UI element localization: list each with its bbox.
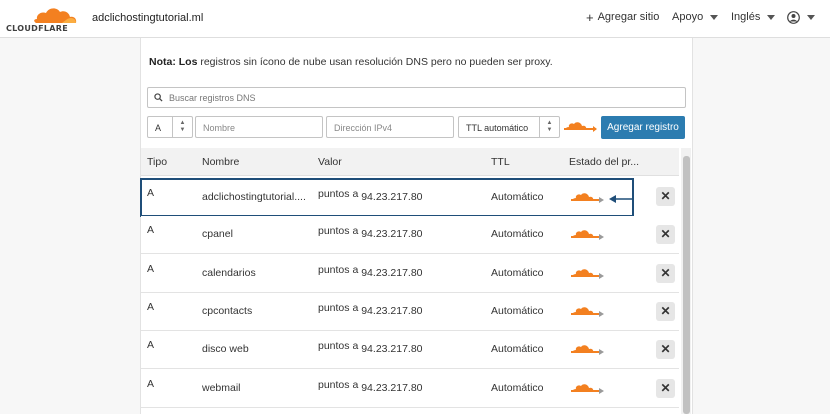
left-gutter bbox=[0, 38, 140, 414]
record-ip: 94.23.217.80 bbox=[361, 382, 423, 394]
top-navigation-bar: CLOUDFLARE adclichostingtutorial.ml + Ag… bbox=[0, 0, 830, 38]
record-type: A bbox=[147, 378, 155, 390]
ttl-select[interactable]: TTL automático ▲ ▼ bbox=[458, 116, 560, 138]
support-menu[interactable]: Apoyo bbox=[672, 11, 719, 23]
record-name: calendarios bbox=[202, 267, 256, 279]
orange-cloud-proxy-icon[interactable] bbox=[571, 342, 605, 356]
delete-record-button[interactable]: ✕ bbox=[656, 264, 675, 283]
record-ttl: Automático bbox=[491, 382, 544, 394]
delete-record-button[interactable]: ✕ bbox=[656, 340, 675, 359]
record-ip: 94.23.217.80 bbox=[361, 305, 423, 317]
column-name[interactable]: Nombre bbox=[202, 156, 239, 168]
record-value-prefix: puntos a bbox=[318, 188, 359, 200]
record-name: cpcontacts bbox=[202, 305, 253, 317]
dns-record-row[interactable]: Acpanel Automático puntos a 94.23.217.80 bbox=[141, 216, 679, 254]
record-value: puntos a 94.23.217.80 bbox=[318, 264, 423, 279]
ipv4-placeholder: Dirección IPv4 bbox=[334, 123, 393, 133]
dns-record-row[interactable]: Acpcontacts Automático puntos a 94.23.217.… bbox=[141, 293, 679, 331]
record-value-prefix: puntos a bbox=[318, 340, 359, 352]
note-bold: Nota: Los bbox=[149, 56, 198, 68]
chevron-down-icon bbox=[767, 14, 776, 20]
user-avatar-icon bbox=[787, 11, 800, 24]
name-placeholder: Nombre bbox=[203, 123, 236, 133]
language-menu[interactable]: Inglés bbox=[731, 11, 776, 23]
add-site-label: Agregar sitio bbox=[597, 11, 660, 23]
select-arrows-icon: ▲ ▼ bbox=[172, 117, 192, 137]
record-value-prefix: puntos a bbox=[318, 379, 359, 391]
dns-record-row[interactable]: Awebmail Automático puntos a 94.23.217.80 bbox=[141, 370, 679, 408]
record-value: puntos a 94.23.217.80 bbox=[318, 340, 423, 355]
ipv4-input[interactable]: Dirección IPv4 bbox=[326, 116, 454, 138]
orange-cloud-proxy-icon[interactable] bbox=[571, 190, 605, 204]
delete-record-button[interactable]: ✕ bbox=[656, 379, 675, 398]
record-ip: 94.23.217.80 bbox=[361, 228, 423, 240]
search-placeholder: Buscar registros DNS bbox=[169, 93, 256, 103]
record-name: disco web bbox=[202, 343, 249, 355]
record-name: cpanel bbox=[202, 228, 233, 240]
support-label: Apoyo bbox=[672, 11, 704, 23]
record-type: A bbox=[147, 301, 155, 313]
name-input[interactable]: Nombre bbox=[195, 116, 323, 138]
record-ttl: Automático bbox=[491, 343, 544, 355]
record-type: A bbox=[147, 224, 155, 236]
orange-cloud-proxy-icon[interactable] bbox=[571, 381, 605, 395]
record-value: puntos a 94.23.217.80 bbox=[318, 225, 423, 240]
record-type-value: A bbox=[155, 123, 162, 133]
record-ttl: Automático bbox=[491, 305, 544, 317]
note-text: registros sin ícono de nube usan resoluc… bbox=[197, 56, 553, 68]
chevron-down-icon bbox=[807, 15, 815, 20]
search-icon bbox=[154, 93, 163, 102]
delete-record-button[interactable]: ✕ bbox=[656, 302, 675, 321]
column-ttl[interactable]: TTL bbox=[491, 156, 510, 168]
record-value-prefix: puntos a bbox=[318, 264, 359, 276]
dns-record-row[interactable]: Acalendarios Automático puntos a 94.23.217… bbox=[141, 255, 679, 293]
column-value[interactable]: Valor bbox=[318, 156, 342, 168]
delete-record-button[interactable]: ✕ bbox=[656, 187, 675, 206]
plus-icon: + bbox=[586, 9, 594, 25]
orange-cloud-proxy-icon[interactable] bbox=[571, 304, 605, 318]
record-value-prefix: puntos a bbox=[318, 225, 359, 237]
table-scrollbar-thumb[interactable] bbox=[683, 156, 690, 414]
record-value: puntos a 94.23.217.80 bbox=[318, 302, 423, 317]
dns-record-row[interactable]: Aadclichostingtutorial.... Automático punt… bbox=[140, 178, 634, 217]
annotation-arrow-icon bbox=[609, 195, 633, 203]
delete-record-button[interactable]: ✕ bbox=[656, 225, 675, 244]
add-site-link[interactable]: + Agregar sitio bbox=[586, 9, 660, 25]
record-ttl: Automático bbox=[491, 228, 544, 240]
user-menu[interactable] bbox=[787, 11, 815, 24]
cloudflare-logo[interactable]: CLOUDFLARE bbox=[6, 5, 78, 33]
record-ip: 94.23.217.80 bbox=[361, 267, 423, 279]
record-ip: 94.23.217.80 bbox=[361, 343, 423, 355]
record-ttl: Automático bbox=[491, 267, 544, 279]
record-type: A bbox=[147, 263, 155, 275]
ttl-value: TTL automático bbox=[466, 123, 529, 133]
record-type: A bbox=[147, 339, 155, 351]
dns-note: Nota: Los registros sin ícono de nube us… bbox=[149, 56, 553, 68]
language-label: Inglés bbox=[731, 11, 761, 23]
current-domain[interactable]: adclichostingtutorial.ml bbox=[92, 12, 203, 24]
record-value-prefix: puntos a bbox=[318, 302, 359, 314]
record-type: A bbox=[147, 187, 155, 199]
record-value: puntos a 94.23.217.80 bbox=[318, 379, 423, 394]
record-name: webmail bbox=[202, 382, 241, 394]
proxy-toggle-cloud-icon[interactable] bbox=[564, 119, 598, 133]
column-proxy-status[interactable]: Estado del pr... bbox=[569, 156, 639, 168]
record-ip: 94.23.217.80 bbox=[361, 191, 423, 203]
record-ttl: Automático bbox=[491, 191, 544, 203]
right-gutter bbox=[693, 38, 830, 414]
logo-wordmark: CLOUDFLARE bbox=[6, 24, 68, 33]
record-type-select[interactable]: A ▲ ▼ bbox=[147, 116, 193, 138]
dns-search-input[interactable]: Buscar registros DNS bbox=[147, 87, 686, 108]
cloudflare-cloud-icon bbox=[34, 8, 77, 23]
chevron-down-icon bbox=[710, 14, 719, 20]
record-value: puntos a 94.23.217.80 bbox=[318, 188, 423, 203]
orange-cloud-proxy-icon[interactable] bbox=[571, 266, 605, 280]
column-type[interactable]: Tipo bbox=[147, 156, 167, 168]
add-record-button[interactable]: Agregar registro bbox=[601, 116, 685, 139]
select-arrows-icon: ▲ ▼ bbox=[539, 117, 559, 137]
dns-record-row[interactable]: Adisco web Automático puntos a 94.23.217.8… bbox=[141, 331, 679, 369]
record-name: adclichostingtutorial.... bbox=[202, 191, 306, 203]
orange-cloud-proxy-icon[interactable] bbox=[571, 227, 605, 241]
dns-table-header: Tipo Nombre Valor TTL Estado del pr... bbox=[141, 148, 679, 176]
